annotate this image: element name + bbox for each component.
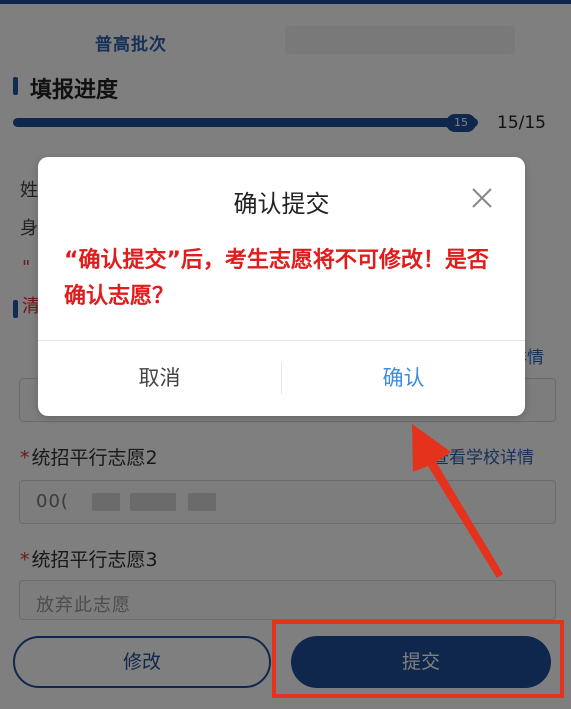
annotation-arrow <box>412 424 503 578</box>
arrow-shape <box>412 424 503 578</box>
